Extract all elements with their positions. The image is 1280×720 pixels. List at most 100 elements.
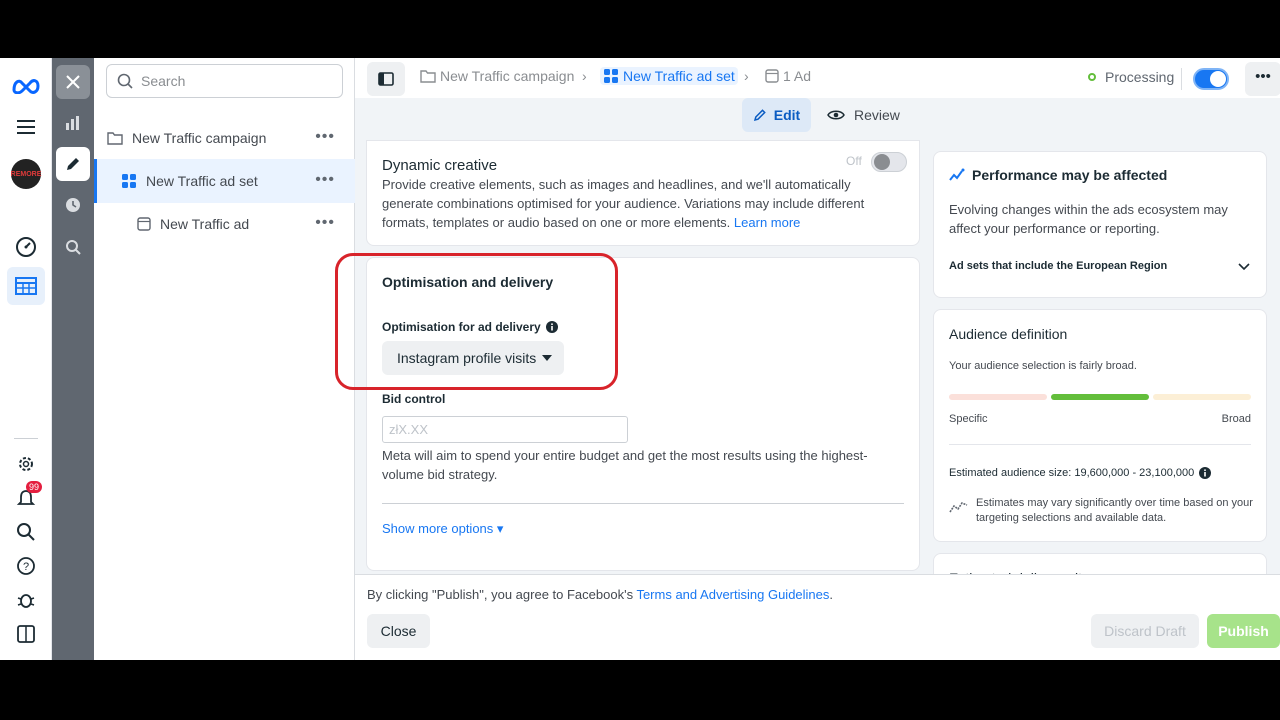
info-icon[interactable] <box>1199 467 1212 479</box>
review-tab[interactable]: Review <box>827 98 900 132</box>
edit-label: Edit <box>773 107 801 123</box>
highlight-annotation-box <box>335 253 618 390</box>
close-button[interactable]: Close <box>367 614 430 648</box>
left-nav-rail: REMORE 99 ? <box>0 58 52 660</box>
ad-more-icon[interactable]: ••• <box>315 214 335 232</box>
meter-broad-label: Broad <box>1221 413 1251 425</box>
side-panel-toggle-icon[interactable] <box>11 619 41 649</box>
breadcrumb-ad-set[interactable]: New Traffic ad set <box>600 67 738 85</box>
european-region-expander[interactable]: Ad sets that include the European Region <box>949 260 1254 272</box>
audience-size-text: Estimated audience size: 19,600,000 - 23… <box>949 467 1195 479</box>
history-clock-icon[interactable] <box>56 188 90 222</box>
help-icon[interactable]: ? <box>11 551 41 581</box>
show-more-options-link[interactable]: Show more options ▾ <box>382 521 503 537</box>
chevron-down-icon <box>1238 263 1250 271</box>
dynamic-creative-toggle[interactable] <box>871 152 907 172</box>
chevron-right-icon: › <box>582 68 587 84</box>
terms-notice: By clicking "Publish", you agree to Face… <box>367 587 833 602</box>
eye-icon <box>827 110 845 120</box>
section-divider <box>382 503 904 504</box>
rail-divider <box>14 438 38 439</box>
breadcrumb-campaign-label: New Traffic campaign <box>440 68 575 84</box>
breadcrumb-campaign[interactable]: New Traffic campaign <box>420 68 574 84</box>
account-avatar[interactable]: REMORE <box>11 159 41 189</box>
performance-header: Performance may be affected <box>949 167 1167 183</box>
tree-campaign-label: New Traffic campaign <box>132 130 267 146</box>
breadcrumb-bar: New Traffic campaign › New Traffic ad se… <box>355 58 1280 98</box>
folder-icon <box>420 70 436 83</box>
ad-icon <box>765 69 779 83</box>
audience-title: Audience definition <box>949 326 1068 342</box>
campaigns-table-icon[interactable] <box>7 267 45 305</box>
search-icon[interactable] <box>11 517 41 547</box>
publish-button[interactable]: Publish <box>1207 614 1280 648</box>
audience-summary: Your audience selection is fairly broad. <box>949 360 1137 372</box>
status-dot-icon <box>1088 73 1096 81</box>
discard-draft-button[interactable]: Discard Draft <box>1091 614 1199 648</box>
ad-set-grid-icon <box>122 174 136 188</box>
performance-body: Evolving changes within the ads ecosyste… <box>949 202 1228 236</box>
trend-sparkle-icon <box>949 168 965 181</box>
status-label: Processing <box>1105 69 1175 85</box>
tree-item-ad-set[interactable]: New Traffic ad set ••• <box>94 159 355 203</box>
dynamic-creative-card: Dynamic creative Provide creative elemen… <box>366 140 920 246</box>
audience-size: Estimated audience size: 19,600,000 - 23… <box>949 467 1212 479</box>
tree-ad-label: New Traffic ad <box>160 216 250 232</box>
tree-item-campaign[interactable]: New Traffic campaign ••• <box>94 116 355 160</box>
settings-gear-icon[interactable] <box>11 449 41 479</box>
campaign-more-icon[interactable]: ••• <box>315 128 335 146</box>
publish-footer: By clicking "Publish", you agree to Face… <box>355 574 1280 660</box>
bug-report-icon[interactable] <box>11 585 41 615</box>
notifications-bell-icon[interactable]: 99 <box>11 481 43 513</box>
menu-icon[interactable] <box>11 112 41 142</box>
ad-set-on-toggle[interactable] <box>1193 68 1229 90</box>
terms-suffix: . <box>829 587 834 602</box>
breadcrumb-ad[interactable]: 1 Ad <box>765 68 811 84</box>
european-region-label: Ad sets that include the European Region <box>949 260 1168 272</box>
close-editor-icon[interactable] <box>56 65 90 99</box>
performance-card: Performance may be affected Evolving cha… <box>933 151 1267 298</box>
edit-pencil-icon[interactable] <box>56 147 90 181</box>
edit-tab[interactable]: Edit <box>742 98 811 132</box>
mode-switcher: Edit Review <box>355 98 1280 138</box>
audience-note: Estimates may vary significantly over ti… <box>976 497 1253 524</box>
learn-more-link[interactable]: Learn more <box>734 215 800 230</box>
svg-text:?: ? <box>23 561 29 573</box>
tree-item-ad[interactable]: New Traffic ad ••• <box>94 202 355 246</box>
breadth-meter-broad <box>1153 394 1251 400</box>
search-input[interactable]: Search <box>106 64 343 98</box>
more-actions-button[interactable]: ••• <box>1245 62 1280 96</box>
status-indicator: Processing <box>1088 69 1174 85</box>
dashboard-gauge-icon[interactable] <box>11 232 41 262</box>
avatar-brand-label: REMORE <box>11 159 41 189</box>
dynamic-creative-title: Dynamic creative <box>382 157 498 174</box>
chevron-right-icon: › <box>744 68 749 84</box>
toggle-tree-button[interactable] <box>367 62 405 96</box>
ad-set-more-icon[interactable]: ••• <box>315 171 335 189</box>
pencil-icon <box>753 109 766 122</box>
inspect-zoom-icon[interactable] <box>56 230 90 264</box>
search-placeholder: Search <box>141 73 186 89</box>
divider <box>1181 68 1182 90</box>
terms-link[interactable]: Terms and Advertising Guidelines <box>636 587 829 602</box>
breadcrumb-ad-set-label: New Traffic ad set <box>623 68 735 84</box>
dynamic-creative-toggle-label: Off <box>846 154 862 168</box>
meta-logo-icon[interactable] <box>11 71 41 101</box>
tree-ad-set-label: New Traffic ad set <box>146 173 258 189</box>
ads-manager-window: REMORE 99 ? Search New Traffic campaign … <box>0 58 1280 660</box>
campaign-tree-panel: Search New Traffic campaign ••• New Traf… <box>94 58 355 660</box>
bid-control-label: Bid control <box>382 392 446 406</box>
terms-prefix: By clicking "Publish", you agree to Face… <box>367 587 637 602</box>
bid-help-text: Meta will aim to spend your entire budge… <box>382 448 868 482</box>
editor-tools-rail <box>52 58 94 660</box>
audience-definition-card: Audience definition Your audience select… <box>933 309 1267 542</box>
charts-icon[interactable] <box>56 106 90 140</box>
breadth-meter-current <box>1051 394 1149 400</box>
sidebar-panel-icon <box>378 72 394 86</box>
ad-set-grid-icon <box>604 69 618 83</box>
divider <box>949 444 1251 445</box>
bid-control-input[interactable]: złX.XX <box>382 416 628 443</box>
dynamic-creative-description: Provide creative elements, such as image… <box>382 175 892 232</box>
breadcrumb-ad-label: 1 Ad <box>783 68 812 84</box>
ad-icon <box>137 217 151 231</box>
